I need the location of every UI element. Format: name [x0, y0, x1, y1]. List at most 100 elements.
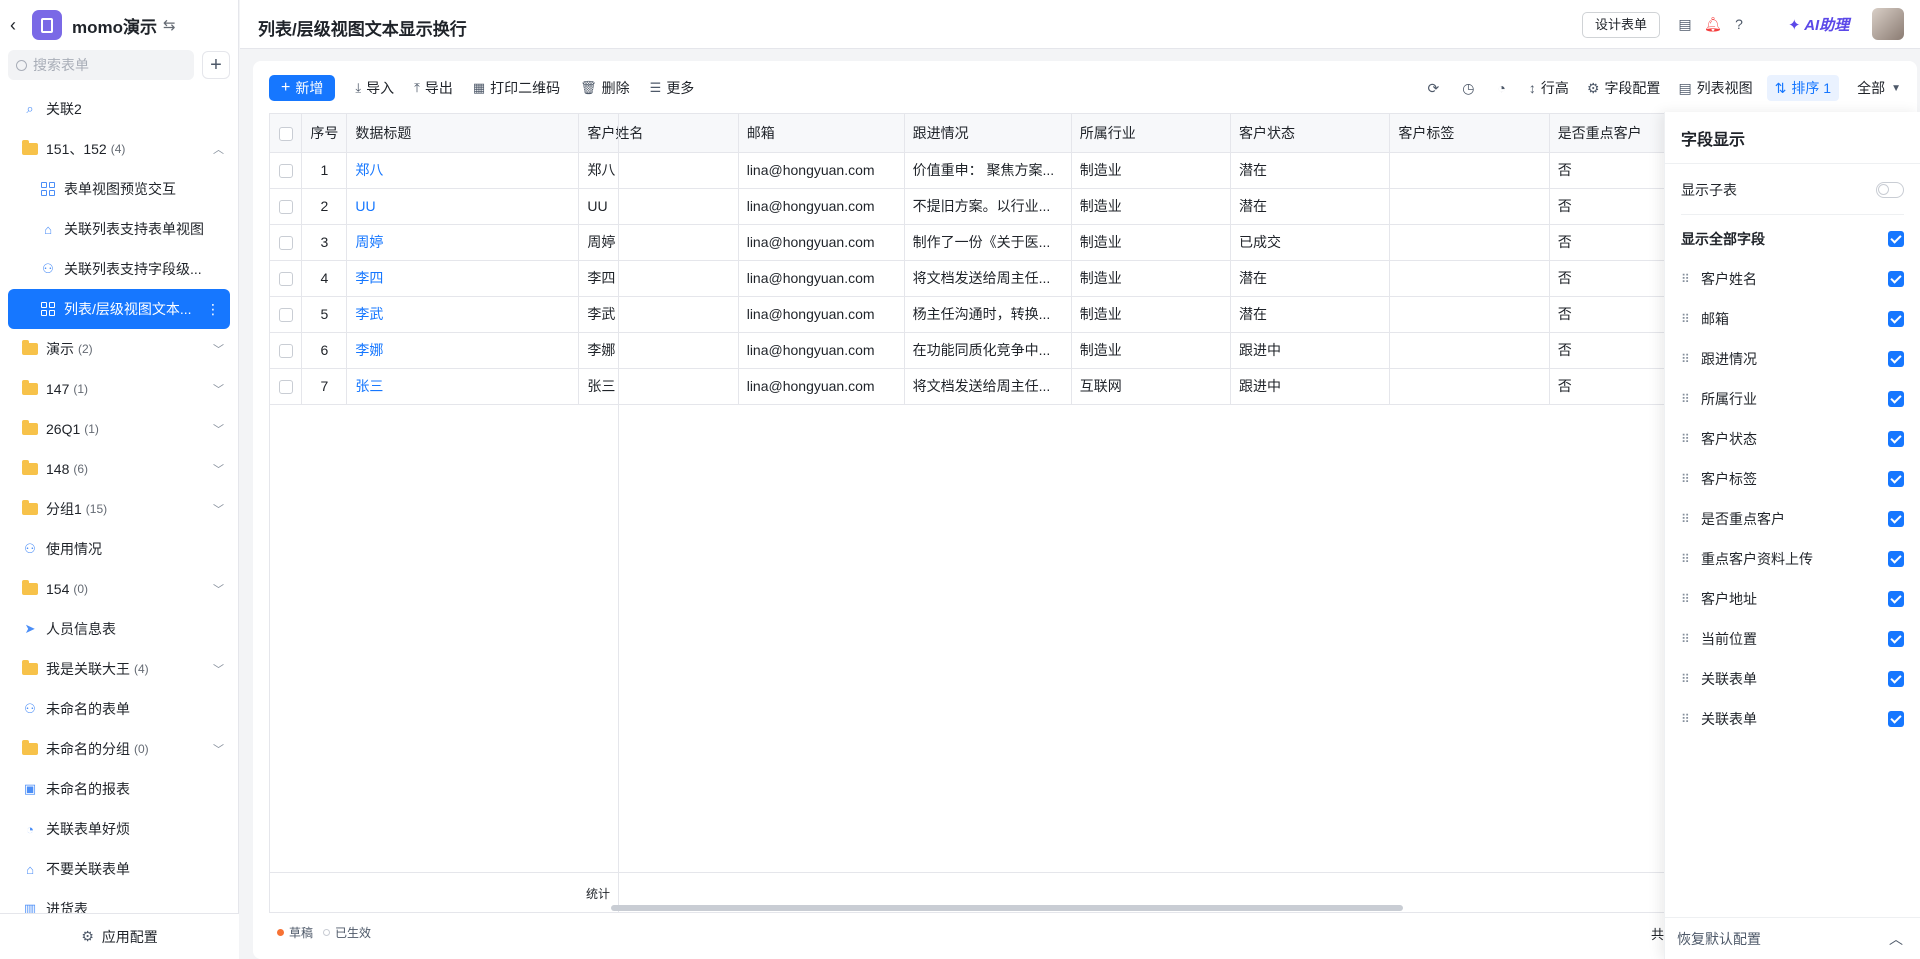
search-input[interactable]: 搜索表单 — [8, 50, 194, 80]
select-all-checkbox[interactable] — [278, 126, 293, 141]
column-header[interactable]: 所属行业 — [1071, 114, 1232, 153]
help-icon[interactable]: ? — [1731, 16, 1747, 32]
field-config-button[interactable]: ⚙ 字段配置 — [1587, 78, 1661, 98]
field-checkbox[interactable] — [1888, 711, 1904, 727]
ai-assistant-button[interactable]: ✦ AI助理 — [1788, 14, 1849, 35]
field-checkbox[interactable] — [1888, 471, 1904, 487]
chevron-down-icon[interactable]: ﹀ — [213, 341, 224, 357]
field-checkbox[interactable] — [1888, 551, 1904, 567]
column-header[interactable]: 客户姓名 — [578, 114, 739, 153]
chevron-up-icon[interactable]: ︿ — [1889, 929, 1903, 949]
chevron-down-icon[interactable]: ﹀ — [213, 581, 224, 597]
drag-handle-icon[interactable]: ⠿ — [1681, 592, 1691, 606]
avatar[interactable] — [1872, 8, 1904, 40]
horizontal-scrollbar[interactable] — [611, 905, 1403, 911]
drag-handle-icon[interactable]: ⠿ — [1681, 392, 1691, 406]
drag-handle-icon[interactable]: ⠿ — [1681, 632, 1691, 646]
sidebar-item[interactable]: ➤ 人员信息表 — [0, 609, 238, 649]
field-item[interactable]: ⠿ 跟进情况 — [1665, 339, 1920, 379]
record-title-link[interactable]: 周婷 — [346, 224, 580, 261]
drag-handle-icon[interactable]: ⠿ — [1681, 512, 1691, 526]
field-checkbox[interactable] — [1888, 431, 1904, 447]
form-status-icon[interactable]: ▤ — [1677, 16, 1693, 32]
record-title-link[interactable]: UU — [346, 188, 580, 225]
drag-handle-icon[interactable]: ⠿ — [1681, 552, 1691, 566]
row-checkbox[interactable] — [278, 380, 293, 395]
export-button[interactable]: ⤒ 导出 — [414, 78, 453, 98]
chevron-down-icon[interactable]: ﹀ — [213, 381, 224, 397]
column-header[interactable]: 是否重点客户 — [1549, 114, 1668, 153]
sidebar-item[interactable]: 我是关联大王 (4) ﹀ — [0, 649, 238, 689]
row-checkbox[interactable] — [278, 164, 293, 179]
drag-handle-icon[interactable]: ⠿ — [1681, 312, 1691, 326]
sidebar-item[interactable]: 分组1 (15) ﹀ — [0, 489, 238, 529]
field-item[interactable]: ⠿ 客户状态 — [1665, 419, 1920, 459]
back-icon[interactable]: ‹ — [10, 15, 28, 36]
column-header[interactable]: 客户标签 — [1389, 114, 1550, 153]
field-checkbox[interactable] — [1888, 391, 1904, 407]
field-checkbox[interactable] — [1888, 671, 1904, 687]
chevron-up-icon[interactable]: ︿ — [213, 141, 224, 157]
field-item[interactable]: ⠿ 关联表单 — [1665, 699, 1920, 739]
field-checkbox[interactable] — [1888, 311, 1904, 327]
sidebar-item[interactable]: ⚇ 未命名的表单 — [0, 689, 238, 729]
bell-icon[interactable]: 🔔︎ — [1704, 16, 1722, 32]
table-row[interactable]: 5 李武 李武 lina@hongyuan.com 杨主任沟通时，转换... 制造业 潜在否 — [270, 296, 1668, 333]
record-title-link[interactable]: 李武 — [346, 296, 580, 333]
sidebar-item[interactable]: 表单视图预览交互 — [0, 169, 238, 209]
chevron-down-icon[interactable]: ﹀ — [213, 661, 224, 677]
record-title-link[interactable]: 张三 — [346, 368, 580, 405]
field-checkbox[interactable] — [1888, 591, 1904, 607]
chevron-down-icon[interactable]: ﹀ — [213, 461, 224, 477]
drag-handle-icon[interactable]: ⠿ — [1681, 272, 1691, 286]
sidebar-item[interactable]: 148 (6) ﹀ — [0, 449, 238, 489]
chevron-down-icon[interactable]: ﹀ — [213, 501, 224, 517]
history-icon[interactable]: ◷ — [1462, 80, 1479, 97]
drag-handle-icon[interactable]: ⠿ — [1681, 432, 1691, 446]
chart-icon[interactable]: ◔ — [1497, 80, 1510, 96]
import-button[interactable]: ⤓ 导入 — [355, 78, 394, 98]
app-settings-button[interactable]: ⚙ 应用配置 — [0, 913, 239, 959]
table-row[interactable]: 7 张三 张三 lina@hongyuan.com 将文档发送给周主任... 互联网 跟进中… — [270, 368, 1668, 405]
field-checkbox[interactable] — [1888, 631, 1904, 647]
drag-handle-icon[interactable]: ⠿ — [1681, 672, 1691, 686]
sort-button[interactable]: ⇅ 排序 1 — [1766, 75, 1840, 101]
record-title-link[interactable]: 李四 — [346, 260, 580, 297]
field-checkbox[interactable] — [1888, 511, 1904, 527]
sidebar-item[interactable]: ⌕ 关联2 — [0, 89, 238, 129]
field-item[interactable]: ⠿ 客户标签 — [1665, 459, 1920, 499]
column-header[interactable]: 客户状态 — [1230, 114, 1391, 153]
table-row[interactable]: 6 李娜 李娜 lina@hongyuan.com 在功能同质化竞争中... 制造业 跟进中… — [270, 332, 1668, 369]
drag-handle-icon[interactable]: ⠿ — [1681, 352, 1691, 366]
row-checkbox[interactable] — [278, 272, 293, 287]
field-item[interactable]: ⠿ 重点客户资料上传 — [1665, 539, 1920, 579]
sidebar-item[interactable]: ▣ 未命名的报表 — [0, 769, 238, 809]
add-form-button[interactable]: + — [202, 51, 230, 79]
field-item[interactable]: ⠿ 是否重点客户 — [1665, 499, 1920, 539]
drag-handle-icon[interactable]: ⠿ — [1681, 712, 1691, 726]
row-checkbox[interactable] — [278, 344, 293, 359]
design-form-button[interactable]: 设计表单 — [1582, 12, 1661, 38]
more-vertical-icon[interactable]: ⋮ — [206, 301, 220, 318]
table-row[interactable]: 3 周婷 周婷 lina@hongyuan.com 制作了一份《关于医... 制造业 已成交… — [270, 224, 1668, 261]
sidebar-item[interactable]: 151、152 (4) ︿ — [0, 129, 238, 169]
field-checkbox[interactable] — [1888, 351, 1904, 367]
field-item[interactable]: ⠿ 当前位置 — [1665, 619, 1920, 659]
field-checkbox[interactable] — [1888, 271, 1904, 287]
reset-default-button[interactable]: 恢复默认配置 ︿ — [1665, 917, 1920, 959]
sidebar-item[interactable]: 26Q1 (1) ﹀ — [0, 409, 238, 449]
column-header[interactable]: 跟进情况 — [904, 114, 1072, 153]
record-title-link[interactable]: 郑八 — [346, 152, 580, 189]
column-header[interactable]: 数据标题 — [346, 114, 580, 153]
record-title-link[interactable]: 李娜 — [346, 332, 580, 369]
show-all-fields-checkbox[interactable] — [1888, 231, 1904, 247]
column-header[interactable]: 邮箱 — [738, 114, 905, 153]
filter-all-dropdown[interactable]: 全部 ▼ — [1857, 78, 1901, 98]
row-checkbox[interactable] — [278, 236, 293, 251]
sidebar-item[interactable]: ⌂ 不要关联表单 — [0, 849, 238, 889]
table-row[interactable]: 1 郑八 郑八 lina@hongyuan.com 价值重申： 聚焦方案... 制造业 潜在… — [270, 152, 1668, 189]
row-height-button[interactable]: ↕ 行高 — [1529, 78, 1569, 98]
list-view-button[interactable]: ▤ 列表视图 — [1678, 78, 1752, 98]
field-item[interactable]: ⠿ 所属行业 — [1665, 379, 1920, 419]
add-record-button[interactable]: + 新增 — [269, 75, 336, 101]
